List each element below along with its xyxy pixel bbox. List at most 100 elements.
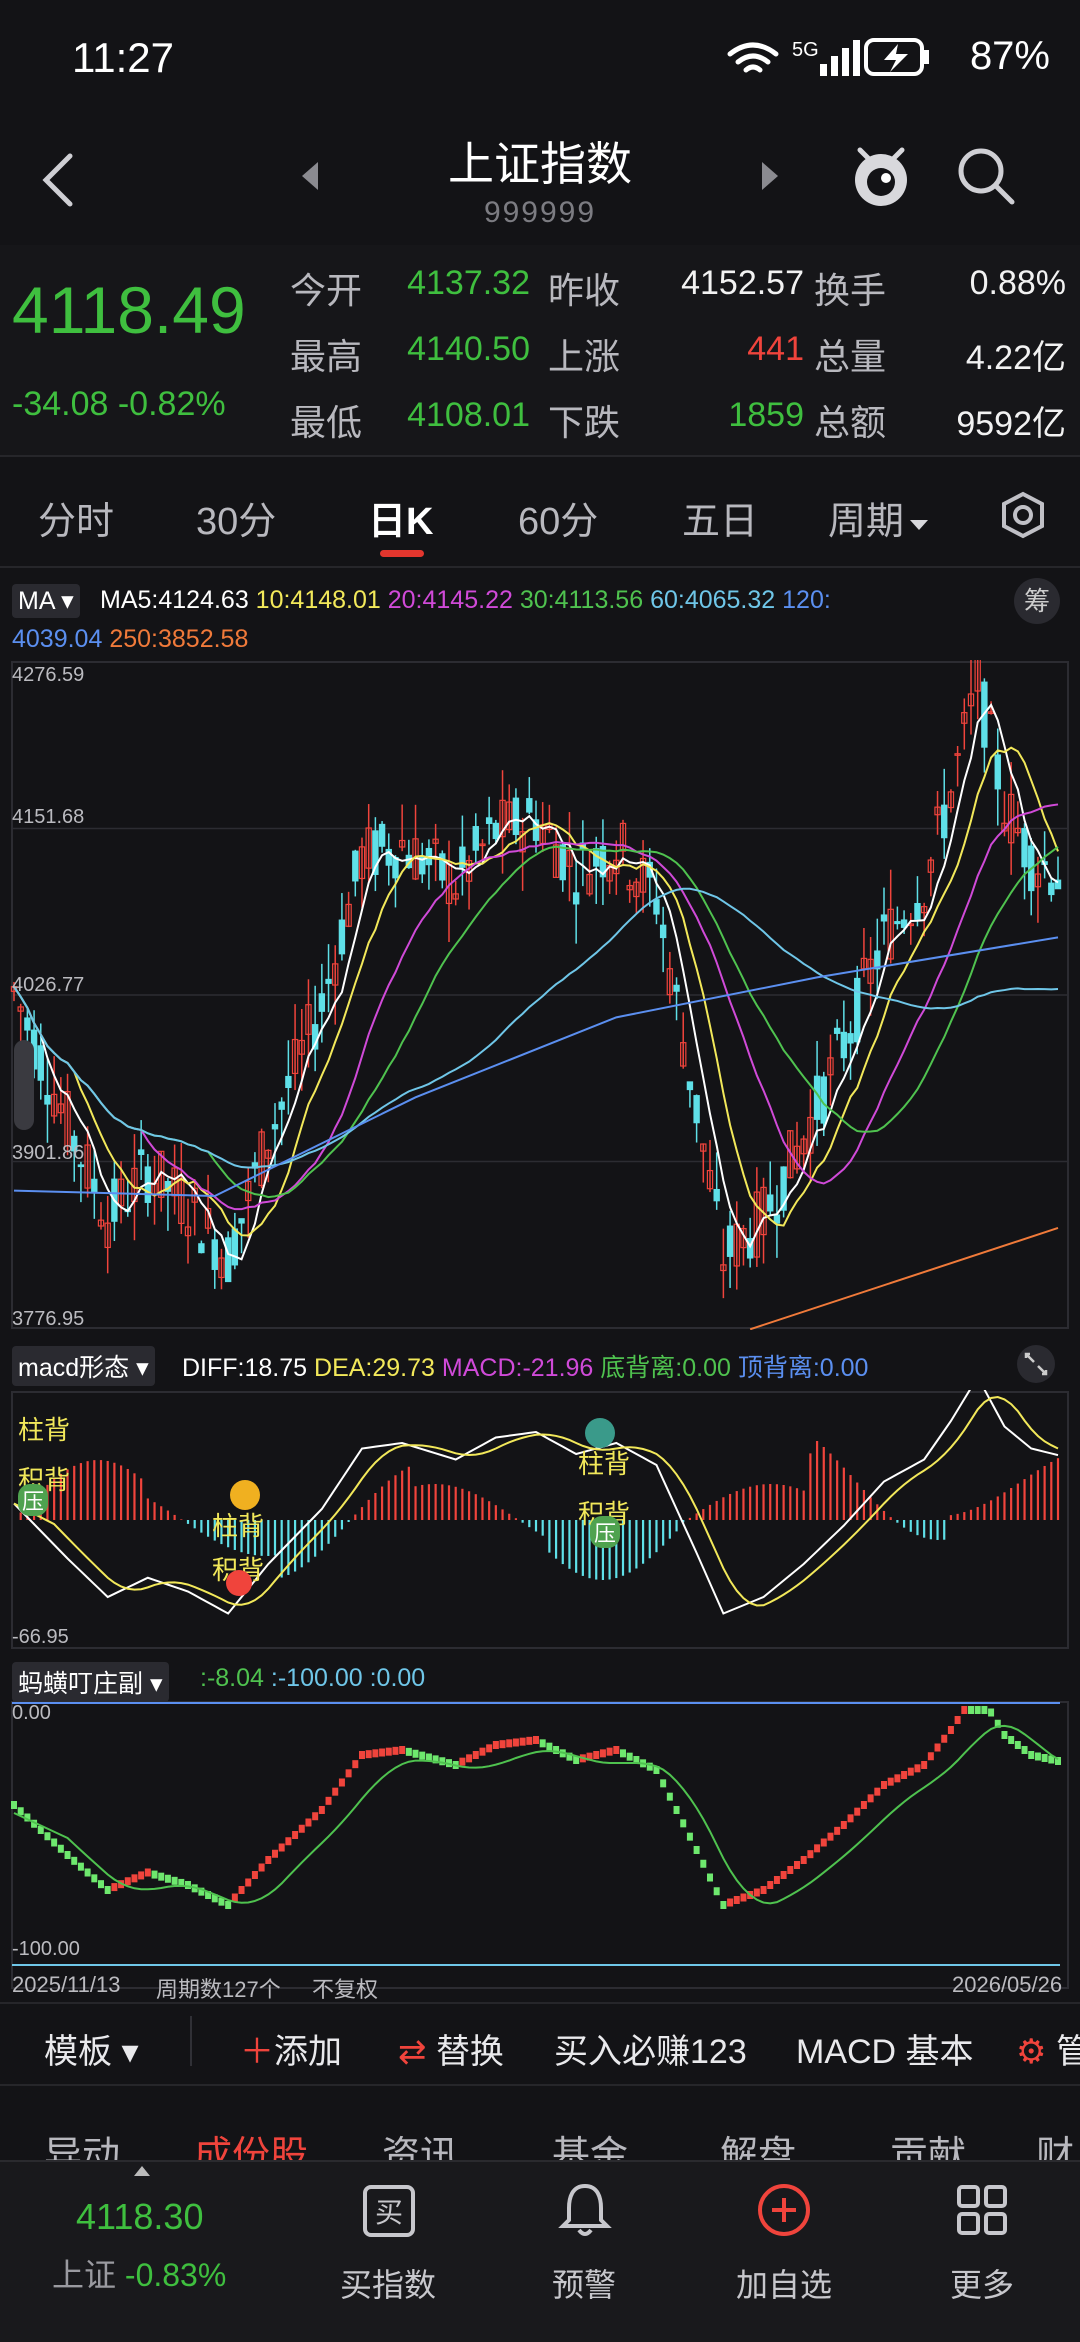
template-button[interactable]: 模板 ▾ <box>44 2024 139 2073</box>
expand-up-icon[interactable] <box>132 2164 152 2178</box>
osc-mark <box>71 1856 78 1865</box>
start-date: 2025/11/13 <box>12 1972 121 1997</box>
osc-y-top: 0.00 <box>12 1702 51 1724</box>
osc-mark <box>767 1881 774 1889</box>
buy-index-icon[interactable]: 买 <box>362 2184 416 2238</box>
replace-indicator-button[interactable]: ⇄ 替换 <box>398 2024 504 2073</box>
osc-mark <box>727 1898 734 1907</box>
candle-body <box>352 850 359 882</box>
grid-more-icon[interactable] <box>956 2184 1008 2236</box>
osc-mark <box>312 1812 319 1821</box>
candle-body <box>854 977 861 1043</box>
osc-mark <box>773 1876 780 1884</box>
tab-daily-k[interactable]: 日K <box>368 490 433 545</box>
signal-icon <box>820 40 860 76</box>
nav-more[interactable]: 更多 <box>902 2260 1062 2306</box>
nav-index-summary[interactable]: 上证 -0.83% <box>52 2250 226 2296</box>
candle-body <box>37 1045 44 1081</box>
candle-body <box>941 804 948 839</box>
ma120-label: 120: <box>782 586 831 614</box>
manage-indicators-button[interactable]: ⚙ 管 <box>1016 2024 1080 2073</box>
osc-mark <box>144 1868 151 1877</box>
osc-mark <box>887 1777 894 1786</box>
indicator-buy-123[interactable]: 买入必赚123 <box>554 2024 747 2073</box>
quote-value: 4137.32 <box>407 264 530 302</box>
oscillator-chart[interactable] <box>0 1700 1080 1990</box>
gear-icon: ⚙ <box>1016 2033 1056 2071</box>
osc-mark <box>941 1734 948 1743</box>
expand-icon[interactable] <box>1016 1344 1056 1384</box>
bell-icon[interactable] <box>558 2180 612 2240</box>
add-indicator-button[interactable]: ＋添加 <box>240 2024 342 2073</box>
ma-line <box>13 845 1059 1199</box>
search-icon[interactable] <box>954 144 1018 208</box>
osc-mark <box>479 1747 486 1756</box>
candle-body <box>773 1214 781 1224</box>
drawer-handle[interactable] <box>14 1040 34 1130</box>
indicator-macd-basic[interactable]: MACD 基本 <box>796 2024 974 2073</box>
osc-mark <box>372 1749 379 1758</box>
price-change: -34.08 -0.82% <box>12 385 226 423</box>
osc-mark <box>840 1821 847 1829</box>
nav-alert[interactable]: 预警 <box>504 2260 664 2306</box>
stock-code: 999999 <box>483 196 597 229</box>
assistant-eye-icon[interactable] <box>848 140 914 212</box>
nav-buy-index[interactable]: 买指数 <box>308 2260 468 2306</box>
osc-mark <box>968 1706 974 1714</box>
osc-selector[interactable]: 蚂蟥叮庄副 ▾ <box>12 1662 169 1702</box>
candle-body <box>526 798 533 813</box>
next-stock-icon[interactable] <box>758 160 782 192</box>
candle-body <box>880 914 888 922</box>
quote-label: 下跌 <box>548 402 621 443</box>
osc-mark <box>318 1806 325 1814</box>
osc-mark <box>927 1752 934 1761</box>
osc-mark <box>820 1838 827 1847</box>
osc-mark <box>974 1706 981 1714</box>
macd-chart[interactable] <box>0 1390 1080 1650</box>
candle-body <box>1021 827 1028 868</box>
page-title: 上证指数 <box>448 138 632 190</box>
candle-body <box>686 1081 694 1091</box>
osc-value-2: :-100.00 <box>270 1664 363 1692</box>
candle-body <box>24 1017 31 1031</box>
candle-body <box>211 1239 218 1270</box>
osc-mark <box>51 1838 58 1847</box>
nav-add-watchlist[interactable]: 加自选 <box>704 2260 864 2306</box>
candle-body <box>378 823 386 847</box>
quote-value: 9592亿 <box>956 405 1066 443</box>
macd-selector[interactable]: macd形态 ▾ <box>12 1346 155 1386</box>
candle-body <box>914 903 921 920</box>
osc-mark <box>91 1874 98 1883</box>
osc-mark <box>834 1826 841 1835</box>
osc-mark <box>733 1896 740 1904</box>
tab-period[interactable]: 周期 <box>828 490 930 545</box>
osc-mark <box>459 1757 466 1766</box>
candle-body <box>44 1094 51 1105</box>
candle-body <box>77 1164 85 1168</box>
osc-mark <box>245 1878 252 1887</box>
ma-selector[interactable]: MA ▾ <box>12 584 80 618</box>
status-time: 11:27 <box>72 34 174 81</box>
tab-5day[interactable]: 五日 <box>682 490 758 545</box>
plus-icon: ＋ <box>240 2033 274 2071</box>
candle-body <box>994 754 1001 790</box>
quote-label: 换手 <box>814 270 887 311</box>
candle-body <box>659 924 667 939</box>
svg-text:买: 买 <box>375 2196 403 2229</box>
ma20-value: 20:4145.22 <box>387 586 513 614</box>
candle-body <box>713 1188 720 1202</box>
macd-annotation: 压 <box>590 1516 621 1548</box>
tab-intraday[interactable]: 分时 <box>38 490 114 545</box>
chip-distribution-button[interactable]: 筹 <box>1014 578 1060 624</box>
candlestick-chart[interactable] <box>0 660 1080 1330</box>
tab-30min[interactable]: 30分 <box>196 490 276 545</box>
candle-body <box>693 1095 700 1124</box>
osc-mark <box>626 1752 633 1761</box>
nav-index-value[interactable]: 4118.30 <box>76 2196 203 2238</box>
add-watchlist-icon[interactable] <box>756 2182 812 2238</box>
osc-mark <box>285 1837 292 1846</box>
tab-60min[interactable]: 60分 <box>518 490 598 545</box>
osc-mark <box>533 1736 539 1744</box>
y-tick-1: 4151.68 <box>12 806 85 828</box>
chart-settings-icon[interactable] <box>998 490 1048 540</box>
